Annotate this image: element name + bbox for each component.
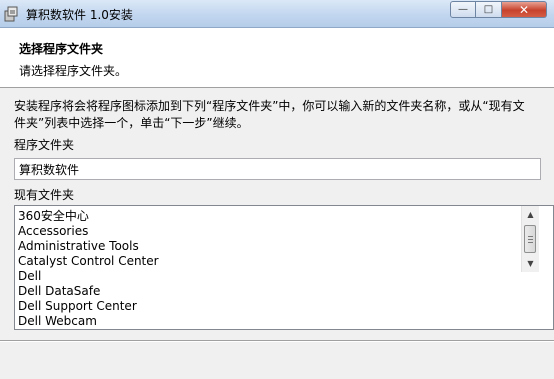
list-item[interactable]: Dell DataSafe [18, 284, 159, 299]
list-scrollbar[interactable]: ▲ ▼ [521, 206, 539, 272]
list-item[interactable]: 360安全中心 [18, 209, 159, 224]
page-subtitle: 请选择程序文件夹。 [19, 64, 128, 78]
existing-folders-label: 现有文件夹 [14, 188, 75, 202]
scroll-up-icon[interactable]: ▲ [522, 206, 539, 223]
wizard-header: 选择程序文件夹 请选择程序文件夹。 [0, 28, 554, 88]
installer-app-icon [4, 6, 18, 22]
minimize-button[interactable]: — [450, 1, 476, 18]
minimize-icon: — [458, 4, 468, 15]
list-item[interactable]: Administrative Tools [18, 239, 159, 254]
close-button[interactable]: ✕ [502, 1, 547, 18]
page-title: 选择程序文件夹 [19, 42, 104, 56]
existing-folders-list[interactable]: 360安全中心 Accessories Administrative Tools… [14, 205, 554, 330]
list-item[interactable]: Catalyst Control Center [18, 254, 159, 269]
scroll-thumb[interactable] [524, 225, 536, 253]
list-item[interactable]: Dell Support Center [18, 299, 159, 314]
maximize-button[interactable]: □ [476, 1, 502, 18]
list-item[interactable]: Accessories [18, 224, 159, 239]
program-folder-input[interactable] [14, 158, 541, 180]
list-item[interactable]: Dell [18, 269, 159, 284]
list-item[interactable]: Dell Webcam [18, 314, 159, 329]
scroll-down-icon[interactable]: ▼ [522, 255, 539, 272]
window-title: 算积数软件 1.0安装 [26, 8, 133, 22]
program-folder-label: 程序文件夹 [14, 138, 75, 152]
close-icon: ✕ [518, 2, 530, 17]
maximize-icon: □ [483, 4, 494, 15]
footer-divider [0, 340, 554, 342]
title-bar[interactable]: 算积数软件 1.0安装 — □ ✕ [0, 0, 554, 28]
instructions-text: 安装程序将会将程序图标添加到下列“程序文件夹”中，你可以输入新的文件夹名称，或从… [14, 99, 525, 130]
